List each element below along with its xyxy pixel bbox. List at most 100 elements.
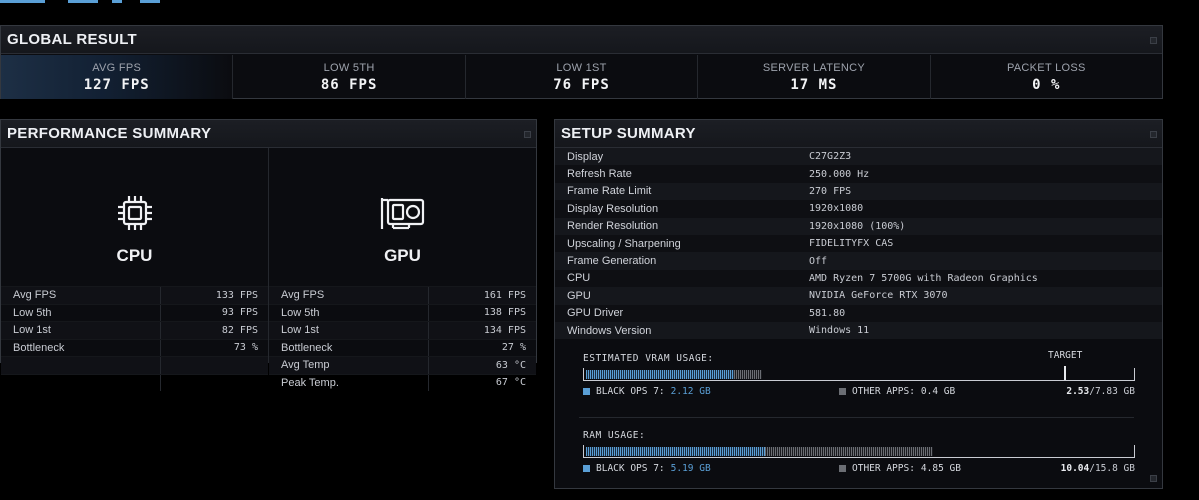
total-capacity: /15.8 GB [1089, 463, 1135, 474]
legend-total: 2.53/7.83 GB [1066, 386, 1135, 397]
cpu-stats-table: Avg FPS 133 FPS Low 5th 93 FPS Low 1st 82 F… [1, 286, 268, 391]
legend-own: BLACK OPS 7: 2.12 GB [583, 386, 711, 397]
table-row: Avg FPS 161 FPS [269, 286, 536, 304]
table-row: GPU Driver 581.80 [555, 304, 1162, 322]
table-row: Avg Temp 63 °C [269, 356, 536, 374]
legend-other-label: OTHER APPS: [852, 463, 915, 474]
table-row: Frame Rate Limit 270 FPS [555, 182, 1162, 201]
table-row: Low 1st 134 FPS [269, 321, 536, 339]
bar-baseline [584, 457, 1134, 458]
stat-value: 161 FPS [483, 289, 526, 301]
stat-name: Bottleneck [269, 339, 429, 356]
panel-corner-icon [1150, 130, 1157, 138]
performance-summary-panel: PERFORMANCE SUMMARY CPU Avg FPS 133 FPS L… [0, 119, 537, 391]
vram-usage-bar: TARGET [583, 350, 1135, 381]
table-row: Windows Version Windows 11 [555, 321, 1162, 340]
table-row: Refresh Rate 250.000 Hz [555, 165, 1162, 183]
stat-name: Low 1st [1, 322, 161, 339]
global-result-panel: GLOBAL RESULT AVG FPS 127 FPS LOW 5TH 86… [0, 25, 1163, 99]
cpu-column: CPU Avg FPS 133 FPS Low 5th 93 FPS Low 1st… [1, 148, 269, 391]
ram-other-fill [765, 447, 933, 456]
table-row: Bottleneck 27 % [269, 338, 536, 356]
setup-value: FIDELITYFX CAS [809, 238, 894, 250]
legend-own-label: BLACK OPS 7: [596, 386, 665, 397]
stat-name: Peak Temp. [269, 374, 429, 391]
metric-value: 86 FPS [320, 76, 378, 93]
setup-key: GPU [567, 289, 591, 302]
setup-key: Upscaling / Sharpening [567, 237, 681, 250]
metric-value: 0 % [1032, 76, 1061, 93]
panel-corner-icon [1150, 475, 1157, 482]
table-row: Low 1st 82 FPS [1, 321, 268, 339]
setup-key: Frame Rate Limit [567, 185, 652, 198]
setup-key: GPU Driver [567, 307, 624, 320]
legend-own-value: 2.12 GB [670, 386, 711, 397]
stat-value: 67 °C [495, 377, 526, 389]
table-row: Low 5th 138 FPS [269, 303, 536, 321]
table-row [1, 356, 268, 374]
setup-value: 1920x1080 [809, 203, 864, 215]
setup-key: Display Resolution [567, 202, 659, 215]
table-row: Frame Generation Off [555, 252, 1162, 270]
gpu-stats-table: Avg FPS 161 FPS Low 5th 138 FPS Low 1st 134… [269, 286, 536, 391]
gpu-title: GPU [384, 246, 421, 265]
setup-value: 270 FPS [809, 185, 852, 197]
panel-corner-icon [524, 130, 531, 138]
legend-other: OTHER APPS: 4.85 GB [839, 463, 961, 474]
stat-name: Avg Temp [269, 357, 429, 374]
metric-value: 76 FPS [553, 76, 610, 93]
gray-square-icon [839, 465, 846, 472]
table-row: Bottleneck 73 % [1, 338, 268, 356]
vram-target-marker [1064, 366, 1066, 381]
metric-value: 127 FPS [83, 76, 150, 93]
metric-label: AVG FPS [92, 61, 142, 74]
setup-value: Off [809, 255, 828, 267]
setup-value: 581.80 [809, 307, 846, 319]
ram-usage-label: RAM USAGE: [583, 430, 646, 441]
legend-other: OTHER APPS: 0.4 GB [839, 386, 955, 397]
stat-value: 63 °C [495, 359, 526, 371]
panel-title: PERFORMANCE SUMMARY [7, 125, 212, 142]
table-row: GPU NVIDIA GeForce RTX 3070 [555, 287, 1162, 305]
metric-avg-fps: AVG FPS 127 FPS [1, 55, 234, 99]
global-result-header: GLOBAL RESULT [1, 26, 1162, 54]
table-row: Render Resolution 1920x1080 (100%) [555, 217, 1162, 235]
top-decoration [68, 0, 98, 3]
stat-name: Avg FPS [1, 287, 161, 304]
setup-key: Display [567, 150, 604, 163]
legend-total: 10.04/15.8 GB [1061, 463, 1135, 474]
stat-value: 73 % [233, 342, 258, 354]
metric-server-latency: SERVER LATENCY 17 MS [698, 55, 931, 99]
vram-usage-section: ESTIMATED VRAM USAGE: TARGET BLACK OPS 7… [583, 350, 1135, 398]
stat-name [1, 357, 161, 374]
total-used: 10.04 [1060, 463, 1090, 474]
legend-other-label: OTHER APPS: [852, 386, 915, 397]
setup-value: NVIDIA GeForce RTX 3070 [809, 290, 948, 302]
divider [579, 417, 1134, 418]
stat-value: 82 FPS [221, 324, 258, 336]
stat-value: 93 FPS [221, 307, 258, 319]
gray-square-icon [839, 388, 846, 395]
top-decoration [112, 0, 122, 3]
panel-corner-icon [1150, 36, 1157, 44]
table-row: Peak Temp. 67 °C [269, 373, 536, 391]
setup-value: 250.000 Hz [809, 168, 870, 180]
legend-other-value: 4.85 GB [920, 463, 961, 474]
blue-square-icon [583, 465, 590, 472]
setup-key: CPU [567, 272, 591, 285]
stat-value: 134 FPS [483, 324, 526, 336]
legend-own-value: 5.19 GB [670, 463, 711, 474]
setup-summary-header: SETUP SUMMARY [555, 120, 1162, 148]
stat-name: Avg FPS [269, 287, 429, 304]
ram-usage-bar [583, 445, 1135, 458]
table-row: Upscaling / Sharpening FIDELITYFX CAS [555, 234, 1162, 253]
table-row: CPU AMD Ryzen 7 5700G with Radeon Graphic… [555, 269, 1162, 288]
table-row: Avg FPS 133 FPS [1, 286, 268, 304]
cpu-title: CPU [116, 246, 153, 265]
stat-name [1, 374, 161, 391]
metric-packet-loss: PACKET LOSS 0 % [931, 55, 1162, 99]
stat-value: 133 FPS [215, 289, 258, 301]
vram-target-label: TARGET [1048, 350, 1083, 361]
vram-other-fill [734, 370, 762, 379]
metric-value: 17 MS [790, 76, 838, 93]
